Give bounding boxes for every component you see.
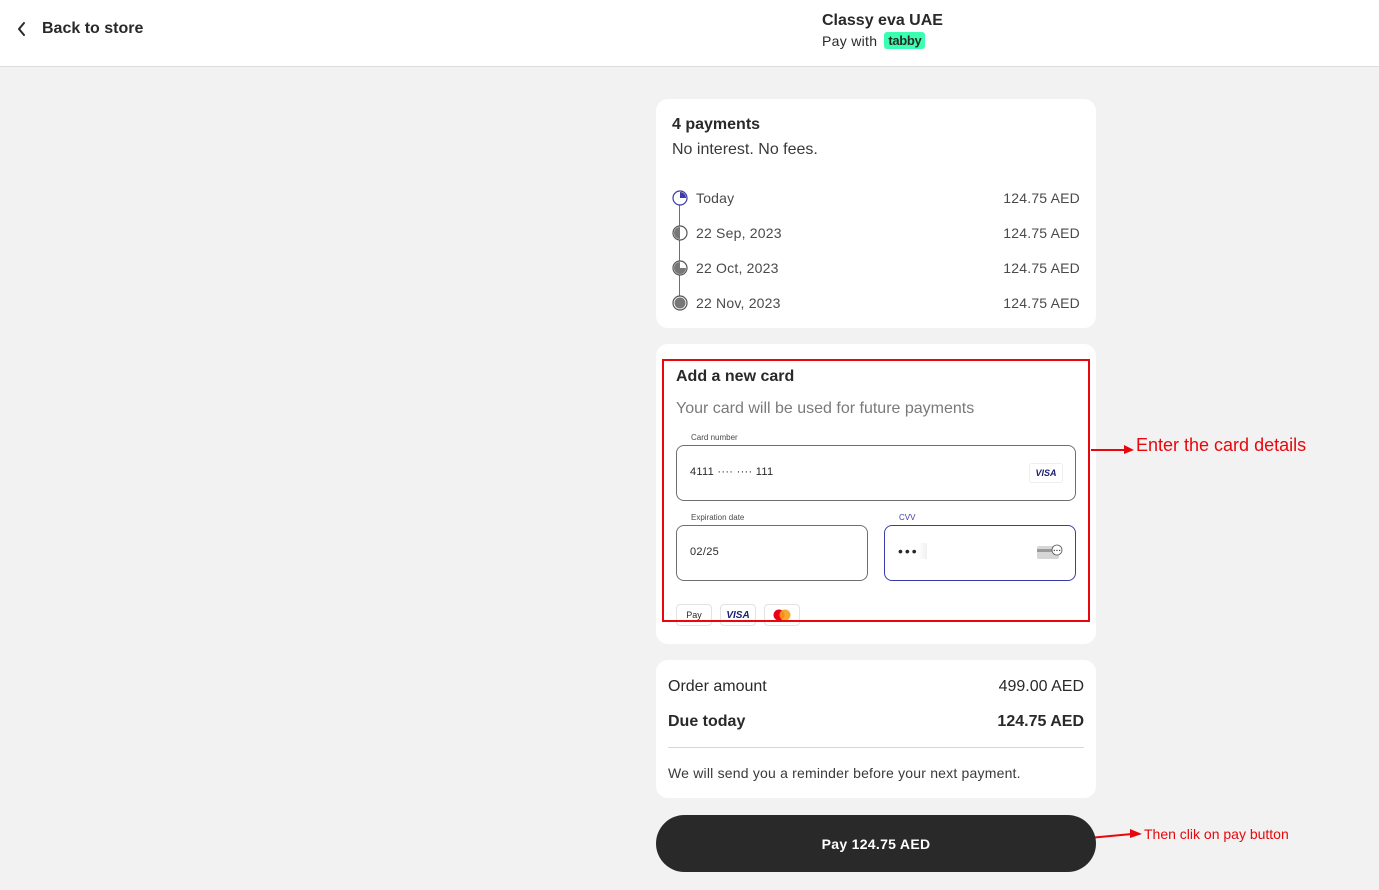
cvv-label: CVV [893,513,922,522]
apple-pay-icon: Pay [676,604,712,626]
add-card-title: Add a new card [676,368,795,385]
plan-subtitle: No interest. No fees. [672,141,818,158]
order-amount-row: Order amount 499.00 AED [668,678,1084,696]
add-card-subtitle: Your card will be used for future paymen… [676,400,975,417]
arrow-right-icon [1088,829,1142,839]
back-to-store-link[interactable]: Back to store [16,20,143,38]
due-today-label: Due today [668,713,746,730]
installment-row: 22 Sep, 2023 124.75 AED [672,223,1080,243]
due-today-row: Due today 124.75 AED [668,713,1084,731]
expiry-field[interactable]: Expiration date 02/25 [676,513,868,581]
installment-amount: 124.75 AED [1003,225,1080,241]
svg-text:•••: ••• [1053,549,1061,554]
pay-with-row: Pay with tabby [822,32,943,49]
add-card-section: Add a new card Your card will be used fo… [656,344,1096,644]
apple-pay-label: Pay [686,610,702,620]
progress-full-icon [672,295,688,311]
mastercard-icon [764,604,800,626]
installment-date: Today [696,190,735,206]
chevron-left-icon [18,22,25,36]
due-today-value: 124.75 AED [997,713,1084,730]
installment-row: 22 Oct, 2023 124.75 AED [672,258,1080,278]
card-back-cvv-icon: ••• [1037,544,1063,559]
tabby-logo: tabby [884,32,926,49]
installment-amount: 124.75 AED [1003,190,1080,206]
order-amount-value: 499.00 AED [998,678,1084,695]
expiry-value[interactable]: 02/25 [690,546,719,558]
visa-icon: VISA [720,604,756,626]
installment-amount: 124.75 AED [1003,260,1080,276]
progress-quarter-icon [672,190,688,206]
card-number-label: Card number [685,433,744,442]
expiry-label: Expiration date [685,513,751,522]
top-bar: Back to store Classy eva UAE Pay with ta… [0,0,1379,67]
annotation-card-details: Enter the card details [1136,435,1307,455]
card-number-value[interactable]: 4111 ···· ···· 111 [690,466,773,478]
merchant-header: Classy eva UAE Pay with tabby [822,12,943,49]
installment-date: 22 Sep, 2023 [696,225,782,241]
arrow-right-icon [1091,445,1134,454]
back-label: Back to store [42,20,144,37]
pay-with-label: Pay with [822,32,878,49]
card-number-field[interactable]: Card number 4111 ···· ···· 111 VISA [676,433,1076,501]
mastercard-logo [773,609,791,621]
pay-button[interactable]: Pay 124.75 AED [656,815,1096,872]
progress-three-quarter-icon [672,260,688,276]
installment-date: 22 Oct, 2023 [696,260,779,276]
timeline-line [679,203,680,299]
installment-row: Today 124.75 AED [672,188,1080,208]
installment-row: 22 Nov, 2023 124.75 AED [672,293,1080,313]
progress-half-icon [672,225,688,241]
installment-amount: 124.75 AED [1003,295,1080,311]
order-amount-label: Order amount [668,678,767,695]
order-summary-card: Order amount 499.00 AED Due today 124.75… [656,660,1096,798]
plan-title: 4 payments [672,116,761,133]
cvv-value[interactable]: ••• [898,543,927,559]
cvv-field[interactable]: CVV ••• ••• [884,513,1076,581]
reminder-text: We will send you a reminder before your … [668,765,1021,781]
divider [668,747,1084,748]
payment-plan-card: 4 payments No interest. No fees. Today 1… [656,99,1096,328]
visa-icon: VISA [1029,463,1063,483]
visa-label: VISA [726,609,750,621]
annotation-pay: Then clik on pay button [1144,826,1289,842]
merchant-name: Classy eva UAE [822,12,943,29]
installment-date: 22 Nov, 2023 [696,295,781,311]
